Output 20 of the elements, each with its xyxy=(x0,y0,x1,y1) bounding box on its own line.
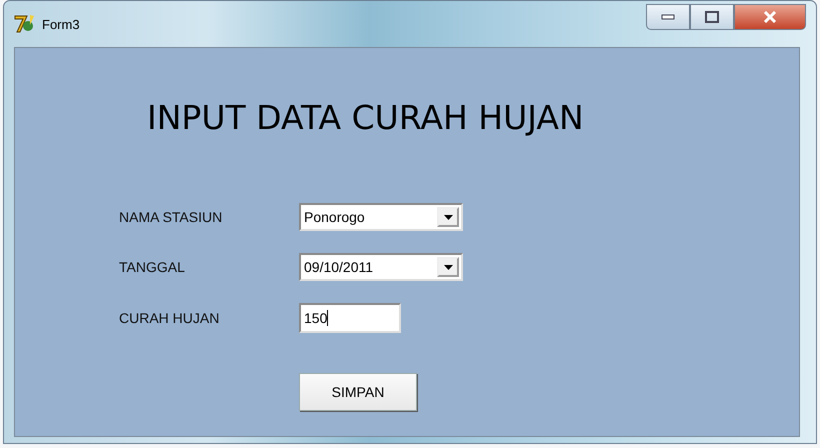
field-label: CURAH HUJAN xyxy=(119,310,220,326)
form-heading: INPUT DATA CURAH HUJAN xyxy=(147,98,585,137)
maximize-button[interactable] xyxy=(690,4,734,30)
input-field[interactable]: 150 xyxy=(299,303,401,333)
minimize-button[interactable] xyxy=(646,4,690,30)
close-button[interactable] xyxy=(734,4,806,30)
close-icon xyxy=(763,11,777,23)
field-label: NAMA STASIUN xyxy=(119,209,224,225)
dropdown-arrow-button[interactable] xyxy=(437,207,459,227)
field-label: TANGGAL xyxy=(119,259,186,275)
dropdown-field[interactable]: Ponorogo xyxy=(299,203,463,231)
dropdown-field[interactable]: 09/10/2011 xyxy=(299,253,463,281)
app-icon xyxy=(14,14,36,34)
caret-down-icon xyxy=(444,214,452,220)
maximize-icon xyxy=(705,11,719,23)
minimize-icon xyxy=(661,14,675,20)
window-title: Form3 xyxy=(42,16,81,32)
dropdown-arrow-button[interactable] xyxy=(437,257,459,277)
caret-down-icon xyxy=(444,264,452,270)
save-button[interactable]: SIMPAN xyxy=(299,373,417,411)
